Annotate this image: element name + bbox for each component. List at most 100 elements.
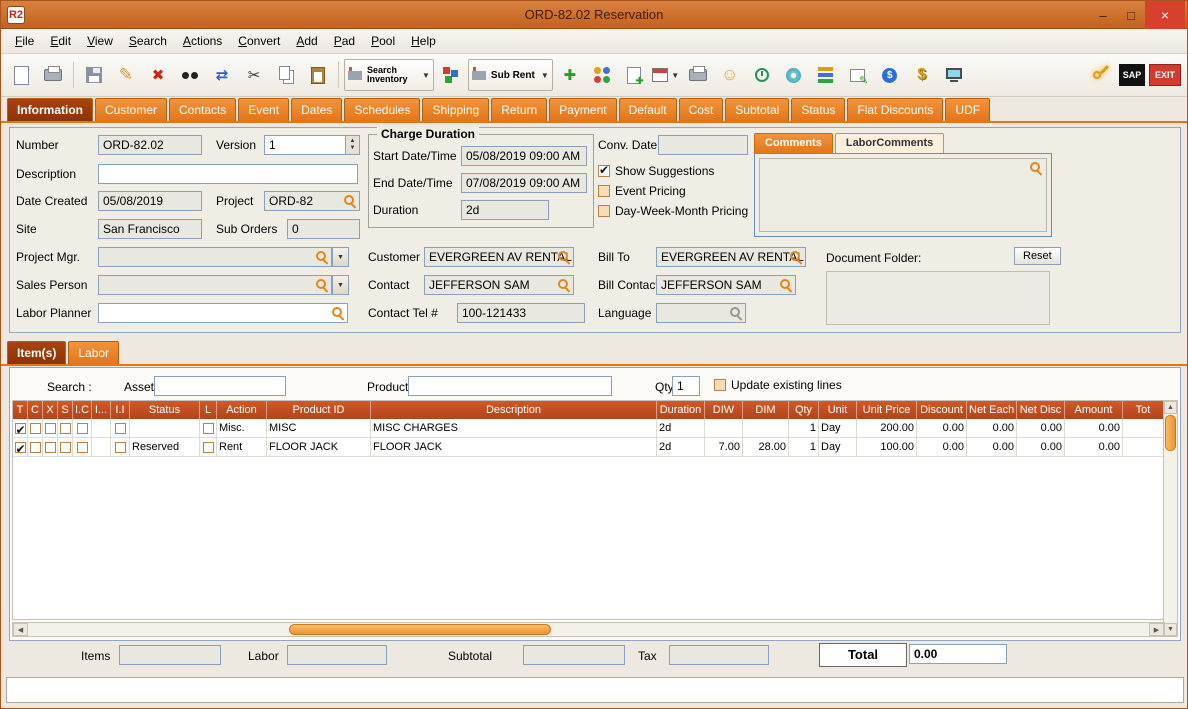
new-document-button[interactable] [6, 59, 36, 91]
search-icon[interactable] [558, 251, 571, 264]
row-checkbox[interactable] [30, 442, 41, 453]
row-checkbox[interactable] [203, 442, 214, 453]
cell-diw[interactable]: 7.00 [705, 438, 743, 456]
currency-button[interactable]: $ [875, 59, 905, 91]
update-lines-checkbox[interactable] [714, 379, 726, 391]
close-button[interactable]: × [1145, 1, 1185, 29]
menu-search[interactable]: Search [121, 31, 175, 51]
copy-button[interactable] [271, 59, 301, 91]
search-icon[interactable] [316, 251, 329, 264]
cell-net-disc[interactable]: 0.00 [1017, 419, 1065, 437]
cell-discount[interactable]: 0.00 [917, 438, 967, 456]
customer-field[interactable]: EVERGREEN AV RENTAL [424, 247, 574, 267]
cell-status[interactable]: Reserved [130, 438, 200, 456]
horizontal-scroll-thumb[interactable] [289, 624, 551, 635]
event-pricing-checkbox[interactable] [598, 185, 610, 197]
col-header[interactable]: S [58, 401, 73, 419]
col-header[interactable]: I... [92, 401, 111, 419]
project-mgr-dropdown[interactable]: ▼ [332, 247, 349, 267]
cell-action[interactable]: Rent [217, 438, 267, 456]
tab-items[interactable]: Item(s) [7, 341, 66, 364]
stack-button[interactable] [811, 59, 841, 91]
row-checkbox[interactable] [30, 423, 41, 434]
document-folder-area[interactable] [826, 271, 1050, 325]
tab-labor[interactable]: Labor [68, 341, 119, 364]
tab-subtotal[interactable]: Subtotal [725, 98, 789, 121]
col-header[interactable]: X [43, 401, 58, 419]
cut-button[interactable]: ✂ [239, 59, 269, 91]
col-header-duration[interactable]: Duration [657, 401, 705, 419]
col-header-net-disc[interactable]: Net Disc [1017, 401, 1065, 419]
delete-button[interactable]: ✖ [143, 59, 173, 91]
col-header-status[interactable]: Status [130, 401, 200, 419]
row-checkbox[interactable] [77, 442, 88, 453]
search-icon[interactable] [344, 195, 357, 208]
menu-convert[interactable]: Convert [230, 31, 288, 51]
money-button[interactable]: $ [907, 59, 937, 91]
cell-duration[interactable]: 2d [657, 438, 705, 456]
search-icon[interactable] [332, 307, 345, 320]
vertical-scroll-thumb[interactable] [1165, 415, 1176, 451]
col-header-diw[interactable]: DIW [705, 401, 743, 419]
tab-dates[interactable]: Dates [291, 98, 342, 121]
cell-net-disc[interactable]: 0.00 [1017, 438, 1065, 456]
search-icon[interactable] [1030, 162, 1043, 175]
tab-return[interactable]: Return [491, 98, 547, 121]
row-checkbox[interactable] [77, 423, 88, 434]
tab-event[interactable]: Event [238, 98, 289, 121]
language-field[interactable] [656, 303, 746, 323]
col-header-net-each[interactable]: Net Each [967, 401, 1017, 419]
minimize-button[interactable]: – [1089, 1, 1117, 29]
cell-action[interactable]: Misc. [217, 419, 267, 437]
chevron-down-icon[interactable]: ▼ [422, 71, 430, 80]
vertical-scrollbar[interactable]: ▲ ▼ [1163, 400, 1178, 637]
cell-dim[interactable]: 28.00 [743, 438, 789, 456]
cell-status[interactable] [130, 419, 200, 437]
col-header-qty[interactable]: Qty [789, 401, 819, 419]
row-checkbox[interactable] [45, 423, 56, 434]
row-checkbox[interactable] [60, 442, 71, 453]
cell-description[interactable]: FLOOR JACK [371, 438, 657, 456]
product-input[interactable] [408, 376, 612, 396]
workstation-button[interactable] [939, 59, 969, 91]
groups-button[interactable] [587, 59, 617, 91]
security-key-button[interactable] [1086, 59, 1116, 91]
day-week-month-checkbox[interactable] [598, 205, 610, 217]
horizontal-scrollbar[interactable]: ◀ ▶ [12, 622, 1165, 637]
contact-field[interactable]: JEFFERSON SAM [424, 275, 574, 295]
scroll-right-arrow[interactable]: ▶ [1149, 623, 1164, 636]
row-checkbox[interactable] [115, 442, 126, 453]
col-header-amount[interactable]: Amount [1065, 401, 1123, 419]
col-header[interactable]: T [13, 401, 28, 419]
col-header-product-id[interactable]: Product ID [267, 401, 371, 419]
scroll-down-arrow[interactable]: ▼ [1164, 623, 1177, 636]
col-header-discount[interactable]: Discount [917, 401, 967, 419]
row-checkbox[interactable] [15, 423, 26, 434]
find-button[interactable] [175, 59, 205, 91]
cell-discount[interactable]: 0.00 [917, 419, 967, 437]
chevron-down-icon[interactable]: ▼ [541, 71, 549, 80]
update-lines-option[interactable]: Update existing lines [714, 378, 842, 392]
qty-input[interactable]: 1 [672, 376, 700, 396]
menu-file[interactable]: File [7, 31, 42, 51]
export-button[interactable]: ⇄ [207, 59, 237, 91]
cell-net-each[interactable]: 0.00 [967, 438, 1017, 456]
add-line-button[interactable]: ✚ [555, 59, 585, 91]
labor-planner-field[interactable] [98, 303, 348, 323]
tab-udf[interactable]: UDF [945, 98, 990, 121]
tab-schedules[interactable]: Schedules [344, 98, 420, 121]
search-icon[interactable] [558, 279, 571, 292]
show-suggestions-option[interactable]: Show Suggestions [598, 164, 714, 178]
tab-default[interactable]: Default [619, 98, 677, 121]
item-row[interactable]: Misc. MISC MISC CHARGES 2d 1 Day 200.00 … [13, 419, 1164, 438]
tab-payment[interactable]: Payment [549, 98, 616, 121]
smiley-button[interactable]: ☺ [715, 59, 745, 91]
version-spinner[interactable]: ▲▼ [345, 136, 359, 154]
show-suggestions-checkbox[interactable] [598, 165, 610, 177]
menu-pool[interactable]: Pool [363, 31, 403, 51]
cell-qty[interactable]: 1 [789, 419, 819, 437]
bill-to-field[interactable]: EVERGREEN AV RENTAL [656, 247, 806, 267]
sales-person-field[interactable] [98, 275, 332, 295]
menu-help[interactable]: Help [403, 31, 444, 51]
cell-net-each[interactable]: 0.00 [967, 419, 1017, 437]
